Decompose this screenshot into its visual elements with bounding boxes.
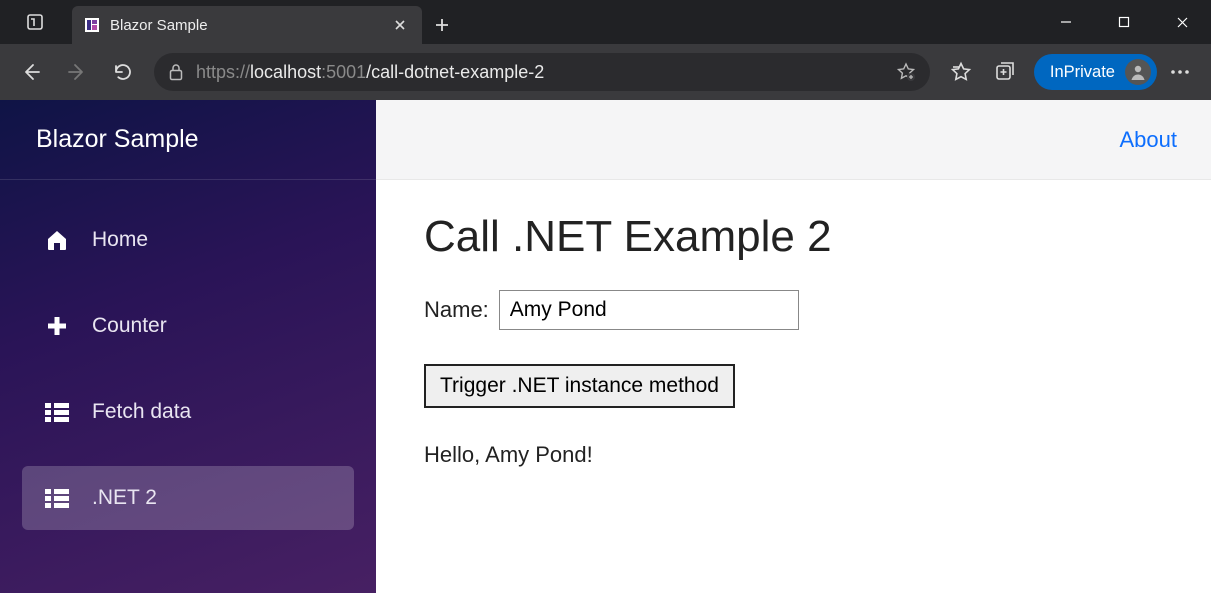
tab-actions-icon bbox=[26, 12, 46, 32]
favorites-button[interactable] bbox=[940, 51, 982, 93]
close-icon bbox=[1176, 16, 1189, 29]
new-tab-button[interactable] bbox=[422, 6, 462, 44]
name-row: Name: bbox=[424, 290, 1163, 330]
sidebar-item-fetch-data[interactable]: Fetch data bbox=[22, 380, 354, 444]
url-text: https://localhost:5001/call-dotnet-examp… bbox=[196, 62, 886, 83]
star-plus-icon bbox=[896, 62, 916, 82]
content-topbar: About bbox=[376, 100, 1211, 180]
tab-close-button[interactable] bbox=[388, 13, 412, 37]
browser-toolbar: https://localhost:5001/call-dotnet-examp… bbox=[0, 44, 1211, 100]
name-input[interactable] bbox=[499, 290, 799, 330]
sidebar-nav: Home Counter Fetch data bbox=[0, 180, 376, 558]
star-icon bbox=[950, 61, 972, 83]
browser-tab-active[interactable]: Blazor Sample bbox=[72, 6, 422, 44]
trigger-button[interactable]: Trigger .NET instance method bbox=[424, 364, 735, 408]
inprivate-indicator[interactable]: InPrivate bbox=[1034, 54, 1157, 90]
sidebar-item-label: Counter bbox=[92, 314, 167, 338]
nav-back-button[interactable] bbox=[10, 51, 52, 93]
output-text: Hello, Amy Pond! bbox=[424, 442, 1163, 468]
name-label: Name: bbox=[424, 297, 489, 323]
sidebar-item-label: Home bbox=[92, 228, 148, 252]
window-close-button[interactable] bbox=[1153, 0, 1211, 44]
ellipsis-icon bbox=[1169, 69, 1191, 75]
arrow-right-icon bbox=[66, 61, 88, 83]
lock-icon bbox=[168, 63, 186, 81]
close-icon bbox=[394, 19, 406, 31]
sidebar-item-net-2[interactable]: .NET 2 bbox=[22, 466, 354, 530]
window-maximize-button[interactable] bbox=[1095, 0, 1153, 44]
list-icon bbox=[44, 485, 70, 511]
refresh-icon bbox=[112, 61, 134, 83]
nav-refresh-button[interactable] bbox=[102, 51, 144, 93]
profile-avatar bbox=[1125, 59, 1151, 85]
more-button[interactable] bbox=[1159, 51, 1201, 93]
main: Call .NET Example 2 Name: Trigger .NET i… bbox=[376, 180, 1211, 508]
plus-icon bbox=[44, 313, 70, 339]
page-viewport: Blazor Sample Home Counter bbox=[0, 100, 1211, 593]
tab-title: Blazor Sample bbox=[110, 17, 378, 34]
person-icon bbox=[1129, 63, 1147, 81]
sidebar-item-counter[interactable]: Counter bbox=[22, 294, 354, 358]
sidebar: Blazor Sample Home Counter bbox=[0, 100, 376, 593]
title-bar: Blazor Sample bbox=[0, 0, 1211, 44]
collections-button[interactable] bbox=[984, 51, 1026, 93]
list-icon bbox=[44, 399, 70, 425]
collections-icon bbox=[994, 61, 1016, 83]
sidebar-item-label: Fetch data bbox=[92, 400, 191, 424]
browser-chrome: Blazor Sample bbox=[0, 0, 1211, 100]
nav-forward-button[interactable] bbox=[56, 51, 98, 93]
button-row: Trigger .NET instance method bbox=[424, 364, 1163, 408]
tab-actions-button[interactable] bbox=[0, 0, 72, 44]
plus-icon bbox=[435, 18, 449, 32]
home-icon bbox=[44, 227, 70, 253]
address-bar[interactable]: https://localhost:5001/call-dotnet-examp… bbox=[154, 53, 930, 91]
inprivate-label: InPrivate bbox=[1050, 63, 1115, 82]
window-minimize-button[interactable] bbox=[1037, 0, 1095, 44]
sidebar-item-label: .NET 2 bbox=[92, 486, 157, 510]
toolbar-right: InPrivate bbox=[940, 51, 1201, 93]
page-title: Call .NET Example 2 bbox=[424, 212, 1163, 262]
maximize-icon bbox=[1118, 16, 1130, 28]
sidebar-item-home[interactable]: Home bbox=[22, 208, 354, 272]
tabs-row: Blazor Sample bbox=[72, 0, 1037, 44]
arrow-left-icon bbox=[20, 61, 42, 83]
minimize-icon bbox=[1060, 16, 1072, 28]
content-area: About Call .NET Example 2 Name: Trigger … bbox=[376, 100, 1211, 593]
favorite-button[interactable] bbox=[896, 62, 916, 82]
about-link[interactable]: About bbox=[1120, 127, 1178, 153]
sidebar-brand: Blazor Sample bbox=[0, 100, 376, 180]
window-controls bbox=[1037, 0, 1211, 44]
favicon-icon bbox=[84, 17, 100, 33]
